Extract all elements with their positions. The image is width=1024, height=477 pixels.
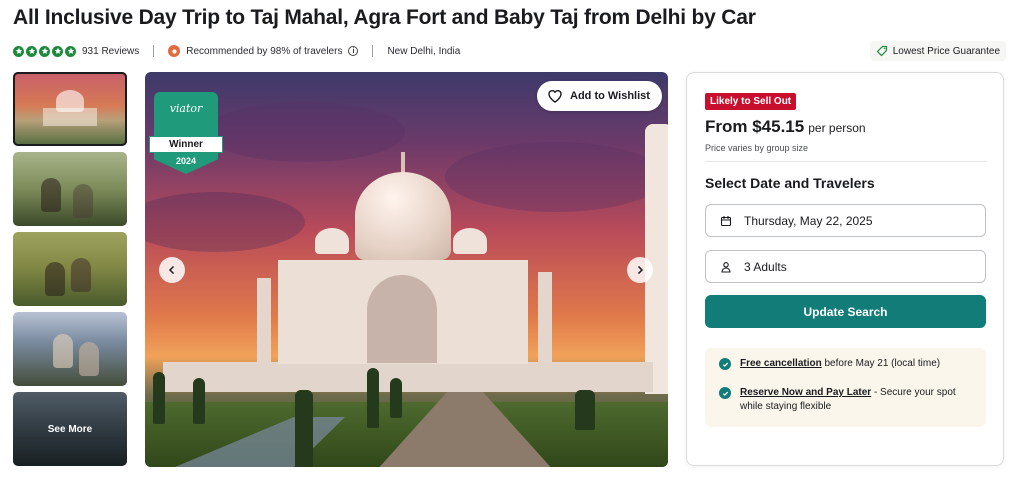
taj-mahal-plinth <box>163 362 653 392</box>
wishlist-label: Add to Wishlist <box>570 90 650 102</box>
info-icon[interactable]: i <box>348 46 359 56</box>
perk-detail: before May 21 (local time) <box>821 358 941 369</box>
price-row: From $45.15 per person <box>705 117 866 137</box>
badge-brand: viator <box>169 102 203 115</box>
badge-icon <box>168 45 181 57</box>
price-tag-icon <box>876 45 887 57</box>
cloud <box>445 142 665 212</box>
location-text: New Delhi, India <box>387 45 461 57</box>
guarantee-label: Lowest Price Guarantee <box>892 45 1000 57</box>
gallery-thumbnail-1[interactable] <box>13 72 127 146</box>
reviews-link[interactable]: 931 Reviews <box>82 46 139 57</box>
reserve-now-link[interactable]: Reserve Now and Pay Later <box>740 387 871 398</box>
taj-mahal-dome <box>355 172 451 260</box>
tree <box>295 390 313 467</box>
page-title: All Inclusive Day Trip to Taj Mahal, Agr… <box>13 6 756 29</box>
lowest-price-guarantee[interactable]: Lowest Price Guarantee <box>869 41 1006 61</box>
next-photo-button[interactable] <box>627 257 653 283</box>
tree <box>390 378 402 418</box>
main-photo[interactable]: viator Winner 2024 Add to Wishlist <box>145 72 668 467</box>
star-icon <box>65 45 76 57</box>
divider <box>372 45 374 57</box>
person-icon <box>721 261 731 273</box>
taj-mahal-arch <box>367 275 437 363</box>
cloud <box>145 192 305 252</box>
tree <box>575 390 595 430</box>
perk-text: Free cancellation before May 21 (local t… <box>740 357 940 371</box>
update-search-button[interactable]: Update Search <box>705 295 986 328</box>
travelers-picker[interactable]: 3 Adults <box>705 250 986 283</box>
minaret <box>257 278 271 364</box>
meta-row: 931 Reviews Recommended by 98% of travel… <box>13 43 460 59</box>
rating-stars[interactable] <box>13 45 76 57</box>
badge-year: 2024 <box>175 156 197 166</box>
section-title: Select Date and Travelers <box>705 175 875 191</box>
price: From $45.15 <box>705 117 805 136</box>
star-icon <box>39 45 50 57</box>
check-icon <box>719 358 731 370</box>
star-icon <box>52 45 63 57</box>
divider <box>705 161 987 162</box>
booking-perks: Free cancellation before May 21 (local t… <box>705 348 986 427</box>
chevron-left-icon <box>168 265 175 275</box>
calendar-icon <box>720 215 732 226</box>
free-cancellation-link[interactable]: Free cancellation <box>740 358 822 369</box>
thumbnail-dome <box>56 90 84 112</box>
badge-label: Winner <box>149 136 223 153</box>
thumbnail-person <box>71 258 91 292</box>
price-note: Price varies by group size <box>705 143 809 153</box>
thumbnail-person <box>45 262 65 296</box>
thumbnail-person <box>41 178 61 212</box>
previous-photo-button[interactable] <box>159 257 185 283</box>
price-unit: per person <box>808 121 866 135</box>
gallery-thumbnail-2[interactable] <box>13 152 127 226</box>
recommended-text: Recommended by 98% of travelers <box>186 45 343 57</box>
add-to-wishlist-button[interactable]: Add to Wishlist <box>537 81 662 111</box>
perk-text: Reserve Now and Pay Later - Secure your … <box>740 386 969 414</box>
thumbnail-person <box>79 342 99 376</box>
chevron-right-icon <box>637 265 644 275</box>
star-icon <box>26 45 37 57</box>
minaret <box>645 124 668 394</box>
taj-mahal-side-dome <box>315 228 349 254</box>
travelers-value: 3 Adults <box>744 259 787 274</box>
tree <box>153 372 165 424</box>
likely-to-sell-out-badge: Likely to Sell Out <box>705 93 797 110</box>
check-icon <box>719 387 731 399</box>
gallery-thumbnail-3[interactable] <box>13 232 127 306</box>
booking-card: Likely to Sell Out From $45.15 per perso… <box>686 72 1004 466</box>
gallery-thumbnail-more[interactable]: See More <box>13 392 127 466</box>
tree <box>193 378 205 424</box>
divider <box>153 45 155 57</box>
heart-icon <box>548 90 562 103</box>
thumbnail-person <box>73 184 93 218</box>
perk-reserve-now: Reserve Now and Pay Later - Secure your … <box>719 386 969 414</box>
perk-free-cancellation: Free cancellation before May 21 (local t… <box>719 357 979 371</box>
tree <box>367 368 379 428</box>
date-picker[interactable]: Thursday, May 22, 2025 <box>705 204 986 237</box>
viator-award-badge: viator Winner 2024 <box>149 92 223 174</box>
minaret <box>538 272 552 364</box>
cloud <box>205 102 405 162</box>
thumbnail-person <box>53 334 73 368</box>
star-icon <box>13 45 24 57</box>
taj-mahal-side-dome <box>453 228 487 254</box>
see-more-label: See More <box>13 392 127 466</box>
date-value: Thursday, May 22, 2025 <box>744 213 873 228</box>
gallery-thumbnail-4[interactable] <box>13 312 127 386</box>
